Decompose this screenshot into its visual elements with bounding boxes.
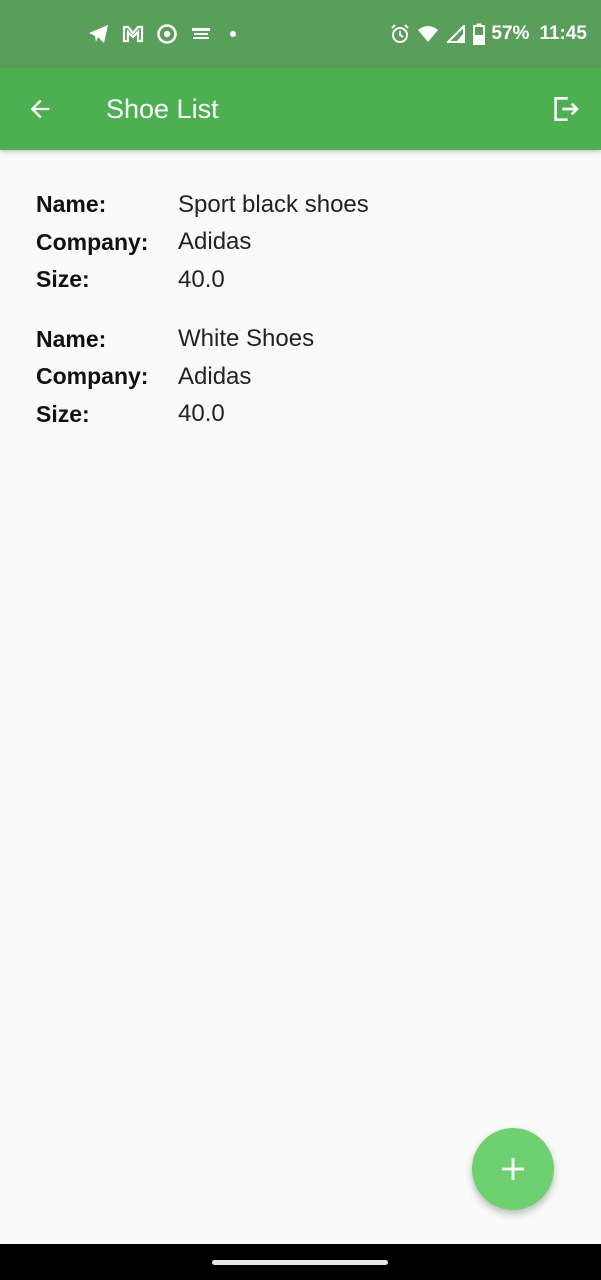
signal-icon (445, 23, 467, 45)
name-label: Name: (36, 325, 107, 352)
logout-button[interactable] (545, 89, 585, 129)
company-label: Company: (36, 363, 149, 390)
chrome-icon (156, 23, 178, 45)
plus-icon (502, 1158, 524, 1180)
navigation-bar (0, 1244, 601, 1280)
size-row: Size: 40.0 (36, 261, 576, 299)
status-bar: 57% 11:45 (0, 0, 601, 68)
app-bar: Shoe List (0, 68, 601, 150)
logout-icon (554, 97, 579, 121)
size-label: Size: (36, 266, 90, 293)
alarm-icon (389, 23, 411, 45)
gmail-icon (122, 23, 144, 45)
company-row: Company: Adidas (36, 358, 576, 396)
battery-percent: 57% (491, 23, 530, 44)
back-button[interactable] (20, 89, 60, 129)
shoe-item[interactable]: Name: White Shoes Company: Adidas Size: … (36, 321, 576, 434)
wifi-icon (417, 23, 439, 45)
shoe-size: 40.0 (178, 400, 225, 428)
arrow-back-icon (30, 99, 50, 119)
company-label: Company: (36, 228, 149, 255)
shoe-company: Adidas (178, 228, 252, 256)
system-icons: 57% 11:45 (389, 20, 587, 48)
shoe-company: Adidas (178, 362, 252, 390)
home-indicator[interactable] (212, 1260, 388, 1265)
name-row: Name: White Shoes (36, 321, 576, 359)
shoe-item[interactable]: Name: Sport black shoes Company: Adidas … (36, 186, 576, 299)
size-row: Size: 40.0 (36, 396, 576, 434)
app-icon (190, 23, 212, 45)
shoe-name: Sport black shoes (178, 190, 369, 218)
clock-time: 11:45 (539, 23, 587, 44)
name-row: Name: Sport black shoes (36, 186, 576, 224)
shoe-list: Name: Sport black shoes Company: Adidas … (36, 186, 576, 455)
dot-icon (230, 31, 236, 37)
add-shoe-button[interactable] (472, 1128, 554, 1210)
name-label: Name: (36, 191, 107, 218)
size-label: Size: (36, 400, 90, 427)
notification-icons (88, 22, 236, 46)
shoe-size: 40.0 (178, 265, 225, 293)
company-row: Company: Adidas (36, 224, 576, 262)
battery-icon (473, 23, 486, 45)
shoe-name: White Shoes (178, 325, 315, 353)
page-title: Shoe List (106, 94, 219, 124)
telegram-icon (88, 23, 110, 45)
